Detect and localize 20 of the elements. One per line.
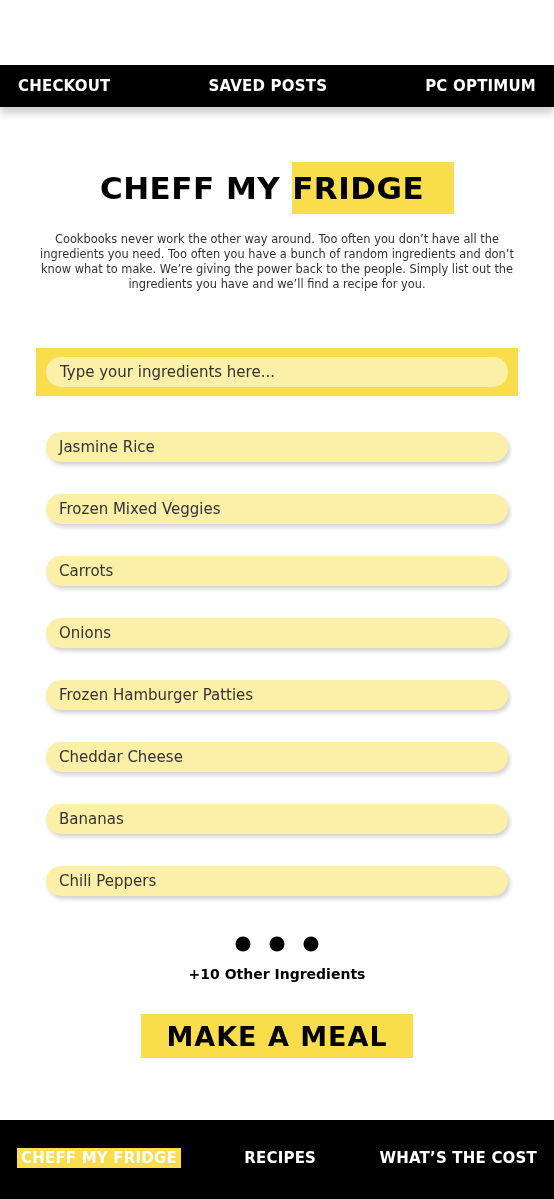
ingredient-item[interactable]: Frozen Mixed Veggies xyxy=(46,494,508,524)
more-dots-icon xyxy=(235,936,319,952)
ingredient-item[interactable]: Cheddar Cheese xyxy=(46,742,508,772)
ingredient-item[interactable]: Jasmine Rice xyxy=(46,432,508,462)
highlighted-title-text: FRIDGE xyxy=(292,162,455,214)
nav-link[interactable]: PC OPTIMUM xyxy=(425,77,536,95)
ingredient-input-field[interactable]: Type your ingredients here... xyxy=(46,357,508,387)
title-text: CHEFF MY xyxy=(99,170,281,206)
ingredient-item[interactable]: Carrots xyxy=(46,556,508,586)
nav-tab[interactable]: RECIPES xyxy=(244,1148,317,1167)
nav-link[interactable]: CHECKOUT xyxy=(18,77,111,95)
intro-paragraph: Cookbooks never work the other way around. Too often you don’t have all the ingredients you need. Too often you have a bunch of random ingredients and don’t know what to make. We’re giving the power back to the people. Simply list out the ingredients you have and we’ll find a recipe for you. xyxy=(39,232,515,292)
make-meal-button[interactable]: MAKE A MEAL xyxy=(141,1014,413,1058)
ingredient-item[interactable]: Frozen Hamburger Patties xyxy=(46,680,508,710)
more-ingredients-text: +10 Other Ingredients xyxy=(187,966,367,982)
nav-tab[interactable]: WHAT’S THE COST xyxy=(379,1148,537,1167)
ingredient-item[interactable]: Onions xyxy=(46,618,508,648)
ingredient-item[interactable]: Bananas xyxy=(46,804,508,834)
nav-link[interactable]: SAVED POSTS xyxy=(208,77,328,95)
ingredient-item[interactable]: Chili Peppers xyxy=(46,866,508,896)
